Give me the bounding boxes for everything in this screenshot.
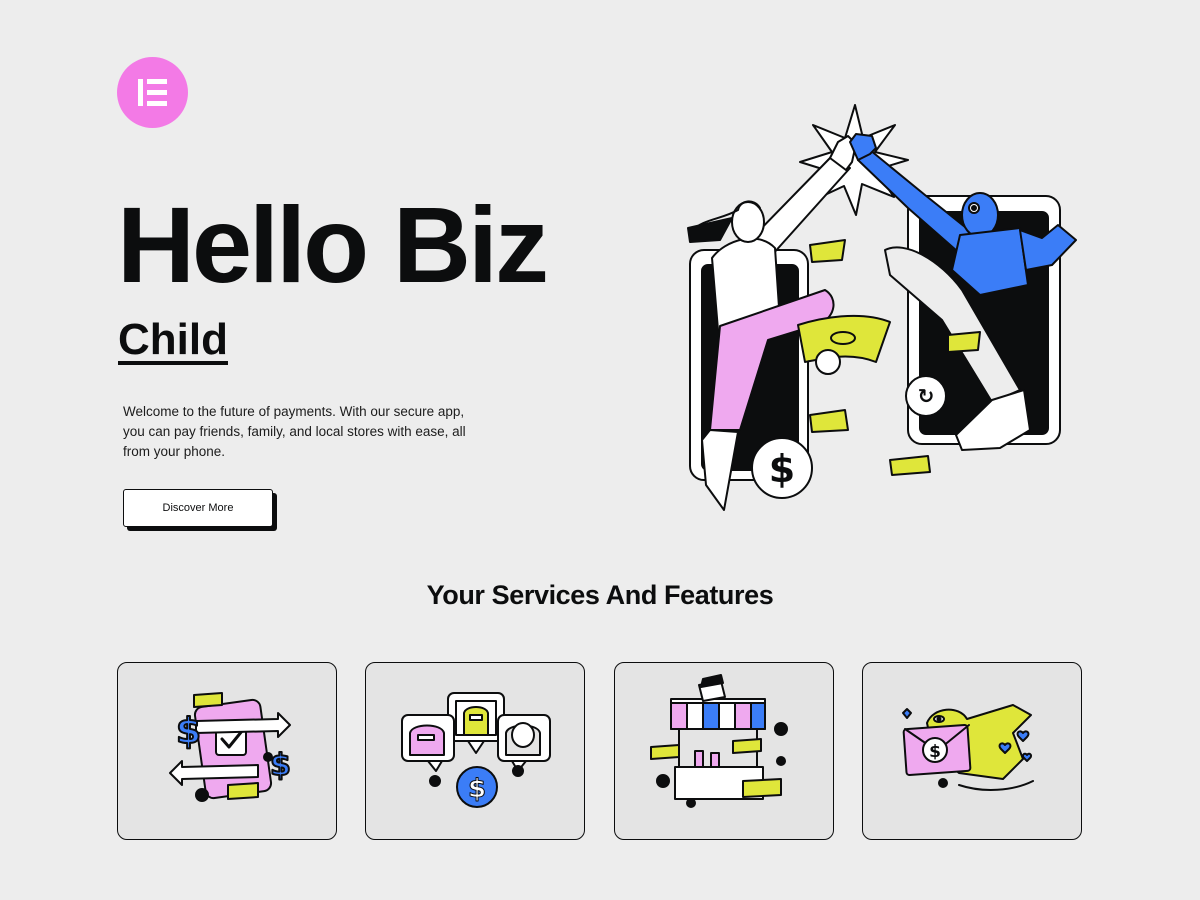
hero-subtitle: Child	[118, 315, 228, 364]
hero-illustration: ↻ $	[680, 100, 1090, 515]
svg-text:$: $	[769, 447, 795, 491]
elementor-logo-icon	[138, 79, 167, 106]
discover-more-button[interactable]: Discover More	[123, 489, 273, 527]
svg-text:$: $	[270, 748, 291, 783]
money-transfer-phone-icon: $ $	[169, 692, 292, 802]
services-title: Your Services And Features	[426, 580, 774, 610]
svg-text:$: $	[176, 711, 201, 752]
elementor-logo[interactable]	[117, 57, 188, 128]
group-payment-chat-icon: $	[401, 692, 551, 808]
service-card-2[interactable]: $	[365, 662, 585, 840]
svg-text:$: $	[929, 742, 941, 762]
service-card-1[interactable]: $ $	[117, 662, 337, 840]
service-card-3[interactable]	[614, 662, 834, 840]
hero-title: Hello Biz	[117, 184, 549, 305]
service-card-4[interactable]: $	[862, 662, 1082, 840]
svg-text:$: $	[468, 774, 486, 804]
svg-text:↻: ↻	[918, 384, 935, 408]
hero-description: Welcome to the future of payments. With …	[123, 404, 466, 459]
market-stall-icon	[650, 674, 788, 808]
high-five-phones-illustration: ↻ $	[687, 104, 1077, 511]
bird-envelope-icon: $	[902, 704, 1034, 791]
